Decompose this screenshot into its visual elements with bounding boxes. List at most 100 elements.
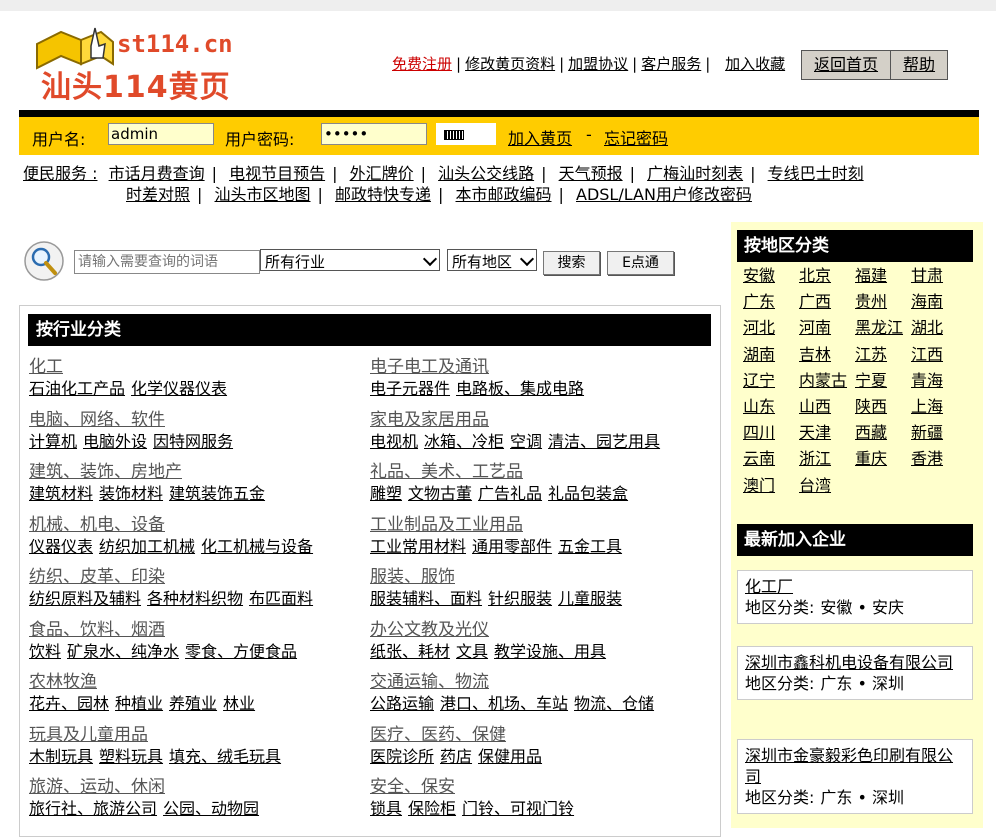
subcategory-link[interactable]: 儿童服装 (558, 589, 622, 608)
subcategory-link[interactable]: 雕塑 (370, 484, 402, 503)
subcategory-link[interactable]: 仪器仪表 (29, 537, 93, 556)
category-title[interactable]: 食品、饮料、烟酒 (29, 620, 369, 641)
subcategory-link[interactable]: 港口、机场、车站 (440, 694, 568, 713)
region-link[interactable]: 西藏 (855, 423, 887, 443)
subcategory-link[interactable]: 旅行社、旅游公司 (29, 799, 157, 818)
category-title[interactable]: 建筑、装饰、房地产 (29, 462, 369, 483)
category-title[interactable]: 电子电工及通讯 (370, 357, 710, 378)
subcategory-link[interactable]: 公路运输 (370, 694, 434, 713)
industry-select[interactable]: 所有行业 (260, 249, 440, 271)
service-link[interactable]: 汕头公交线路 (438, 164, 534, 183)
subcategory-link[interactable]: 纺织原料及辅料 (29, 589, 141, 608)
subcategory-link[interactable]: 礼品包装盒 (548, 484, 628, 503)
region-link[interactable]: 陕西 (855, 397, 887, 417)
subcategory-link[interactable]: 建筑装饰五金 (169, 484, 265, 503)
category-title[interactable]: 化工 (29, 357, 369, 378)
company-link[interactable]: 化工厂 (745, 576, 965, 597)
region-link[interactable]: 辽宁 (743, 371, 775, 391)
region-link[interactable]: 河南 (799, 318, 831, 338)
region-link[interactable]: 云南 (743, 449, 775, 469)
region-link[interactable]: 福建 (855, 266, 887, 286)
region-link[interactable]: 浙江 (799, 449, 831, 469)
join-yellowpages-link[interactable]: 加入黄页 (508, 125, 572, 149)
subcategory-link[interactable]: 医院诊所 (370, 747, 434, 766)
category-title[interactable]: 旅游、运动、休闲 (29, 777, 369, 798)
category-title[interactable]: 玩具及儿童用品 (29, 725, 369, 746)
edit-profile-link[interactable]: 修改黄页资料 (465, 55, 555, 73)
region-link[interactable]: 山西 (799, 397, 831, 417)
subcategory-link[interactable]: 零食、方便食品 (185, 642, 297, 661)
bookmark-link[interactable]: 加入收藏 (725, 55, 785, 73)
subcategory-link[interactable]: 种植业 (115, 694, 163, 713)
subcategory-link[interactable]: 化学仪器仪表 (131, 379, 227, 398)
region-link[interactable]: 湖南 (743, 345, 775, 365)
service-link[interactable]: 汕头市区地图 (215, 185, 311, 204)
region-link[interactable]: 广东 (743, 292, 775, 312)
subcategory-link[interactable]: 物流、仓储 (574, 694, 654, 713)
category-title[interactable]: 家电及家居用品 (370, 410, 710, 431)
subcategory-link[interactable]: 纸张、耗材 (370, 642, 450, 661)
region-select[interactable]: 所有地区 (447, 249, 537, 271)
service-link[interactable]: 外汇牌价 (350, 164, 414, 183)
subcategory-link[interactable]: 石油化工产品 (29, 379, 125, 398)
region-link[interactable]: 黑龙江 (855, 318, 903, 338)
franchise-link[interactable]: 加盟协议 (568, 55, 628, 73)
region-link[interactable]: 安徽 (743, 266, 775, 286)
subcategory-link[interactable]: 化工机械与设备 (201, 537, 313, 556)
subcategory-link[interactable]: 清洁、园艺用具 (548, 432, 660, 451)
subcategory-link[interactable]: 保健用品 (478, 747, 542, 766)
region-link[interactable]: 四川 (743, 423, 775, 443)
subcategory-link[interactable]: 计算机 (29, 432, 77, 451)
subcategory-link[interactable]: 五金工具 (558, 537, 622, 556)
subcategory-link[interactable]: 饮料 (29, 642, 61, 661)
subcategory-link[interactable]: 文物古董 (408, 484, 472, 503)
subcategory-link[interactable]: 因特网服务 (153, 432, 233, 451)
service-link[interactable]: ADSL/LAN用户修改密码 (576, 185, 752, 204)
subcategory-link[interactable]: 广告礼品 (478, 484, 542, 503)
subcategory-link[interactable]: 门铃、可视门铃 (462, 799, 574, 818)
region-link[interactable]: 上海 (911, 397, 943, 417)
register-link[interactable]: 免费注册 (392, 55, 452, 73)
subcategory-link[interactable]: 服装辅料、面料 (370, 589, 482, 608)
region-link[interactable]: 台湾 (799, 476, 831, 496)
region-link[interactable]: 新疆 (911, 423, 943, 443)
service-link[interactable]: 天气预报 (559, 164, 623, 183)
company-link[interactable]: 深圳市金豪毅彩色印刷有限公司 (745, 745, 965, 787)
region-link[interactable]: 山东 (743, 397, 775, 417)
region-link[interactable]: 湖北 (911, 318, 943, 338)
region-link[interactable]: 香港 (911, 449, 943, 469)
region-link[interactable]: 江苏 (855, 345, 887, 365)
subcategory-link[interactable]: 矿泉水、纯净水 (67, 642, 179, 661)
category-title[interactable]: 机械、机电、设备 (29, 515, 369, 536)
category-title[interactable]: 农林牧渔 (29, 672, 369, 693)
region-link[interactable]: 河北 (743, 318, 775, 338)
subcategory-link[interactable]: 林业 (223, 694, 255, 713)
subcategory-link[interactable]: 电脑外设 (83, 432, 147, 451)
region-link[interactable]: 海南 (911, 292, 943, 312)
region-link[interactable]: 宁夏 (855, 371, 887, 391)
subcategory-link[interactable]: 电视机 (370, 432, 418, 451)
region-link[interactable]: 贵州 (855, 292, 887, 312)
service-link[interactable]: 邮政特快专递 (335, 185, 431, 204)
subcategory-link[interactable]: 文具 (456, 642, 488, 661)
category-title[interactable]: 纺织、皮革、印染 (29, 567, 369, 588)
category-title[interactable]: 工业制品及工业用品 (370, 515, 710, 536)
region-link[interactable]: 北京 (799, 266, 831, 286)
category-title[interactable]: 安全、保安 (370, 777, 710, 798)
category-title[interactable]: 礼品、美术、工艺品 (370, 462, 710, 483)
service-link[interactable]: 广梅汕时刻表 (647, 164, 743, 183)
subcategory-link[interactable]: 电子元器件 (370, 379, 450, 398)
password-input[interactable] (321, 123, 427, 145)
subcategory-link[interactable]: 空调 (510, 432, 542, 451)
category-title[interactable]: 服装、服饰 (370, 567, 710, 588)
subcategory-link[interactable]: 纺织加工机械 (99, 537, 195, 556)
region-link[interactable]: 天津 (799, 423, 831, 443)
subcategory-link[interactable]: 药店 (440, 747, 472, 766)
subcategory-link[interactable]: 电路板、集成电路 (456, 379, 584, 398)
subcategory-link[interactable]: 针织服装 (488, 589, 552, 608)
category-title[interactable]: 交通运输、物流 (370, 672, 710, 693)
search-input[interactable] (74, 250, 260, 274)
subcategory-link[interactable]: 锁具 (370, 799, 402, 818)
service-link[interactable]: 专线巴士时刻 (768, 164, 864, 183)
region-link[interactable]: 澳门 (743, 476, 775, 496)
